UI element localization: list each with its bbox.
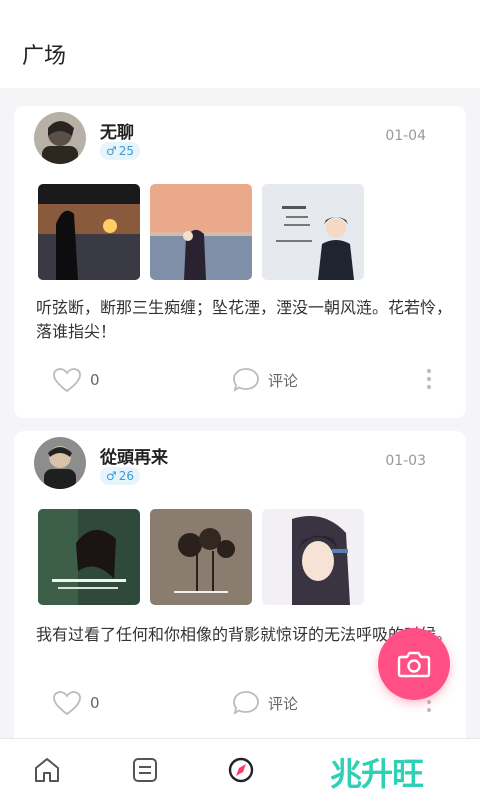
post-card[interactable]: 從頭再来 ♂ 26 01-03 我有过看了任何和你相像的背影就惊讶的无法呼吸的时… [14,431,466,751]
age-text: 25 [118,144,135,158]
comment-button[interactable]: 评论 [232,690,298,716]
username[interactable]: 无聊 [100,118,134,143]
photo-grid [38,509,364,605]
brand-logo: 兆升旺 [330,755,424,793]
comment-button[interactable]: 评论 [232,367,298,393]
age-text: 26 [118,469,135,483]
male-icon: ♂ [106,144,117,158]
tab-home[interactable] [32,755,62,785]
post-photo-3[interactable] [262,509,364,605]
camera-icon [397,651,431,678]
post-date: 01-03 [385,453,426,469]
post-photo-3[interactable] [262,184,364,280]
avatar[interactable] [34,112,86,164]
comment-icon [233,368,259,392]
heart-icon [53,368,81,393]
comment-label: 评论 [268,694,299,713]
post-photo-2[interactable] [150,184,252,280]
bottom-tab-bar: 兆升旺 [0,738,480,800]
gender-age-badge: ♂ 26 [100,467,141,485]
like-count: 0 [90,694,100,712]
male-icon: ♂ [106,469,117,483]
post-actions: 0 评论 [14,361,466,401]
list-icon [133,758,157,782]
heart-icon [53,691,81,716]
like-count: 0 [90,371,100,389]
photo-grid [38,184,364,280]
post-text: 听弦断，断那三生痴缠；坠花湮，湮没一朝风涟。花若怜，落谁指尖！ [36,298,453,341]
post-date: 01-04 [385,128,426,144]
header-bar: 广场 [0,0,480,88]
page-title: 广场 [22,44,67,69]
like-button[interactable]: 0 [52,367,100,393]
camera-post-button[interactable] [378,628,450,700]
home-icon [35,758,59,782]
more-icon[interactable] [426,367,432,391]
like-button[interactable]: 0 [52,690,100,716]
post-photo-1[interactable] [38,184,140,280]
post-card[interactable]: 无聊 ♂ 25 01-04 听弦断，断那三生痴缠；坠花湮，湮没一朝风涟。花若怜，… [14,106,466,418]
comment-icon [233,691,259,715]
compass-icon [228,757,254,783]
gender-age-badge: ♂ 25 [100,142,141,160]
tab-plaza[interactable] [226,755,256,785]
username[interactable]: 從頭再来 [100,443,168,468]
tab-list[interactable] [130,755,160,785]
post-photo-2[interactable] [150,509,252,605]
comment-label: 评论 [268,371,299,390]
avatar[interactable] [34,437,86,489]
post-photo-1[interactable] [38,509,140,605]
